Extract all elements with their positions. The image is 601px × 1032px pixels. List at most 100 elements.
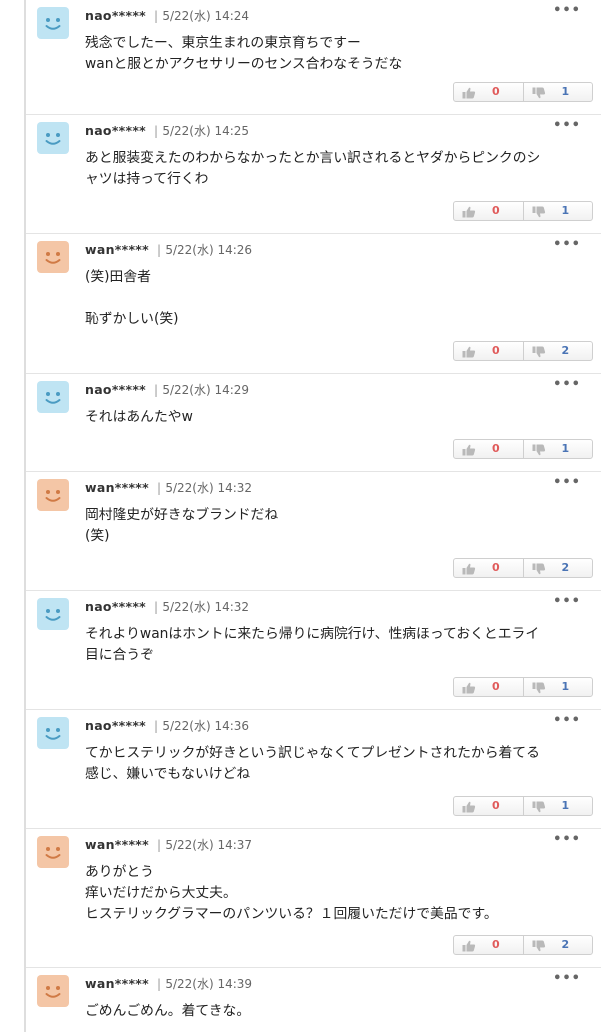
comment-item: wan***** | 5/22(水) 14:37 ••• ありがとう 痒いだけだから…: [26, 829, 601, 968]
more-dots-icon[interactable]: •••: [553, 377, 581, 392]
more-dots-icon[interactable]: •••: [553, 713, 581, 728]
comment-author[interactable]: nao***** | 5/22(水) 14:29: [85, 381, 249, 398]
comment-timestamp: 5/22(水) 14:37: [165, 838, 253, 852]
like-button[interactable]: 0: [454, 202, 523, 220]
separator: |: [156, 838, 162, 852]
dislike-button[interactable]: 1: [522, 440, 593, 458]
like-count: 0: [492, 799, 500, 812]
separator: |: [154, 124, 159, 138]
separator: |: [156, 977, 162, 991]
comment-item: nao***** | 5/22(水) 14:24 ••• 残念でしたー、東京生まれの…: [26, 0, 601, 115]
smiley-face-icon: [37, 122, 69, 154]
comment-page: nao***** | 5/22(水) 14:24 ••• 残念でしたー、東京生まれの…: [0, 0, 601, 1032]
comment-timestamp: 5/22(水) 14:39: [165, 977, 253, 991]
comment-timestamp: 5/22(水) 14:26: [165, 243, 253, 257]
author-name[interactable]: nao*****: [85, 599, 146, 614]
separator: |: [154, 9, 159, 23]
smiley-face-icon: [37, 479, 69, 511]
author-name[interactable]: nao*****: [85, 718, 146, 733]
smiley-face-icon: [37, 381, 69, 413]
vote-box: 0 2: [453, 935, 593, 955]
more-dots-icon[interactable]: •••: [553, 475, 581, 490]
comment-author[interactable]: nao***** | 5/22(水) 14:36: [85, 717, 249, 734]
comment-item: wan***** | 5/22(水) 14:39 ••• ごめんごめん。着てきな。: [26, 968, 601, 1032]
thumbs-up-icon: [462, 563, 476, 575]
like-count: 0: [492, 344, 500, 357]
comment-author[interactable]: nao***** | 5/22(水) 14:32: [85, 598, 249, 615]
dislike-count: 2: [561, 938, 570, 951]
smiley-face-icon: [37, 7, 69, 39]
like-count: 0: [492, 442, 500, 455]
thumbs-down-icon: [532, 346, 545, 358]
dislike-count: 1: [561, 799, 570, 812]
comment-item: nao***** | 5/22(水) 14:32 ••• それよりwanはホントに来…: [26, 591, 601, 710]
dislike-button[interactable]: 1: [522, 83, 593, 101]
thumbs-down-icon: [532, 206, 545, 218]
comment-timestamp: 5/22(水) 14:36: [162, 719, 250, 733]
comment-text: 岡村隆史が好きなブランドだね (笑): [85, 507, 279, 544]
like-count: 0: [492, 204, 500, 217]
like-count: 0: [492, 561, 500, 574]
like-button[interactable]: 0: [454, 678, 523, 696]
comment-timestamp: 5/22(水) 14:32: [162, 600, 250, 614]
vote-box: 0 1: [453, 796, 593, 816]
thumbs-up-icon: [462, 87, 476, 99]
dislike-count: 2: [561, 561, 570, 574]
author-name[interactable]: wan*****: [85, 837, 149, 852]
comment-author[interactable]: nao***** | 5/22(水) 14:25: [85, 122, 249, 139]
comment-author[interactable]: wan***** | 5/22(水) 14:39: [85, 975, 252, 992]
dislike-button[interactable]: 1: [522, 797, 593, 815]
vote-box: 0 1: [453, 82, 593, 102]
separator: |: [156, 243, 162, 257]
thumbs-down-icon: [532, 563, 545, 575]
comment-timestamp: 5/22(水) 14:24: [162, 9, 250, 23]
separator: |: [156, 481, 162, 495]
author-name[interactable]: wan*****: [85, 242, 149, 257]
smiley-face-icon: [37, 836, 69, 868]
author-name[interactable]: wan*****: [85, 976, 149, 991]
like-count: 0: [492, 85, 500, 98]
like-button[interactable]: 0: [454, 83, 523, 101]
like-count: 0: [492, 680, 500, 693]
more-dots-icon[interactable]: •••: [553, 3, 581, 18]
like-button[interactable]: 0: [454, 342, 523, 360]
dislike-button[interactable]: 1: [522, 678, 593, 696]
dislike-count: 2: [561, 344, 570, 357]
dislike-count: 1: [561, 85, 570, 98]
dislike-button[interactable]: 2: [522, 559, 593, 577]
comment-author[interactable]: wan***** | 5/22(水) 14:37: [85, 836, 252, 853]
more-dots-icon[interactable]: •••: [553, 832, 581, 847]
author-name[interactable]: nao*****: [85, 123, 146, 138]
comment-text: (笑)田舎者 恥ずかしい(笑): [85, 269, 179, 327]
like-button[interactable]: 0: [454, 440, 523, 458]
more-dots-icon[interactable]: •••: [553, 118, 581, 133]
comment-text: てかヒステリックが好きという訳じゃなくてプレゼントされたから着てる 感じ、嫌いで…: [85, 745, 540, 782]
more-dots-icon[interactable]: •••: [553, 594, 581, 609]
author-name[interactable]: nao*****: [85, 8, 146, 23]
comment-text: 残念でしたー、東京生まれの東京育ちですー wanと服とかアクセサリーのセンス合わ…: [85, 35, 403, 72]
thumbs-up-icon: [462, 346, 476, 358]
dislike-count: 1: [561, 442, 570, 455]
comment-author[interactable]: wan***** | 5/22(水) 14:26: [85, 241, 252, 258]
comment-author[interactable]: wan***** | 5/22(水) 14:32: [85, 479, 252, 496]
comment-text: ごめんごめん。着てきな。: [85, 1003, 251, 1019]
dislike-count: 1: [561, 204, 570, 217]
more-dots-icon[interactable]: •••: [553, 971, 581, 986]
dislike-button[interactable]: 2: [522, 342, 593, 360]
more-dots-icon[interactable]: •••: [553, 237, 581, 252]
author-name[interactable]: nao*****: [85, 382, 146, 397]
vote-box: 0 1: [453, 439, 593, 459]
like-button[interactable]: 0: [454, 936, 523, 954]
dislike-button[interactable]: 2: [522, 936, 593, 954]
like-button[interactable]: 0: [454, 797, 523, 815]
dislike-button[interactable]: 1: [522, 202, 593, 220]
author-name[interactable]: wan*****: [85, 480, 149, 495]
smiley-face-icon: [37, 598, 69, 630]
smiley-face-icon: [37, 241, 69, 273]
like-button[interactable]: 0: [454, 559, 523, 577]
dislike-count: 1: [561, 680, 570, 693]
vote-box: 0 1: [453, 677, 593, 697]
thumbs-down-icon: [532, 801, 545, 813]
comment-author[interactable]: nao***** | 5/22(水) 14:24: [85, 7, 249, 24]
comment-text: あと服装変えたのわからなかったとか言い訳されるとヤダからピンクのシ ャツは持って…: [85, 150, 541, 187]
